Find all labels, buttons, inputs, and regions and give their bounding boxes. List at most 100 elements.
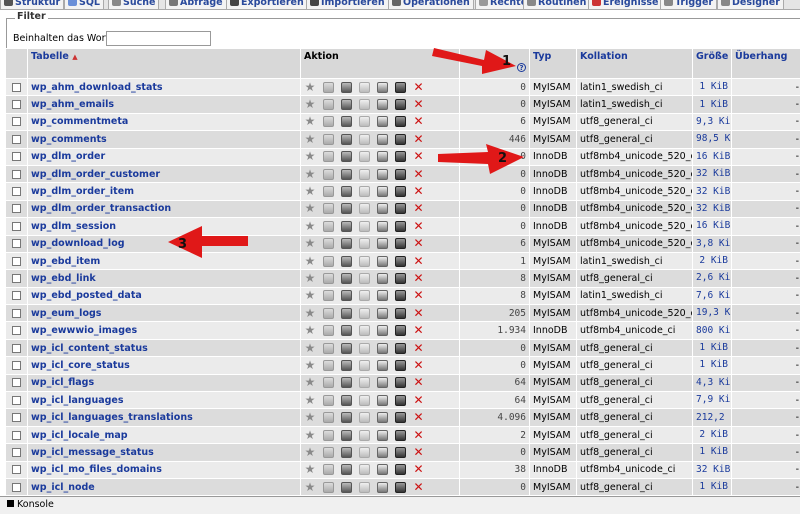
search-icon[interactable] [359, 168, 370, 180]
structure-icon[interactable] [341, 81, 352, 93]
table-name-link[interactable]: wp_icl_content_status [27, 339, 301, 358]
browse-icon[interactable] [323, 464, 334, 476]
row-size[interactable]: 1 KiB [692, 95, 732, 114]
structure-icon[interactable] [341, 151, 352, 163]
row-size[interactable]: 16 KiB [692, 148, 732, 166]
row-checkbox[interactable] [11, 465, 21, 475]
drop-table-icon[interactable]: ✕ [413, 202, 424, 214]
row-size[interactable]: 32 KiB [692, 182, 732, 201]
drop-table-icon[interactable]: ✕ [413, 324, 424, 336]
table-name-link[interactable]: wp_icl_mo_files_domains [27, 461, 301, 479]
empty-table-icon[interactable] [395, 464, 406, 476]
row-size[interactable]: 19,3 KiB [692, 304, 732, 323]
row-size[interactable]: 2,6 KiB [692, 269, 732, 288]
browse-icon[interactable] [323, 307, 334, 319]
table-name-link[interactable]: wp_ahm_download_stats [27, 78, 301, 97]
tab-routinen[interactable]: Routinen [523, 0, 591, 9]
structure-icon[interactable] [341, 238, 352, 250]
row-size[interactable]: 16 KiB [692, 217, 732, 236]
row-size[interactable]: 3,8 KiB [692, 235, 732, 253]
table-name-link[interactable]: wp_ebd_link [27, 269, 301, 288]
structure-icon[interactable] [341, 116, 352, 128]
drop-table-icon[interactable]: ✕ [413, 168, 424, 180]
search-icon[interactable] [359, 412, 370, 424]
search-icon[interactable] [359, 394, 370, 406]
tab-struktur[interactable]: Struktur [0, 0, 65, 9]
favorite-star-icon[interactable]: ★ [304, 429, 316, 441]
browse-icon[interactable] [323, 429, 334, 441]
structure-icon[interactable] [341, 220, 352, 232]
table-name-link[interactable]: wp_ebd_item [27, 252, 301, 271]
table-name-link[interactable]: wp_icl_node [27, 478, 301, 497]
header-table-name[interactable]: Tabelle ▲ [27, 48, 301, 79]
drop-table-icon[interactable]: ✕ [413, 429, 424, 441]
table-name-link[interactable]: wp_icl_flags [27, 374, 301, 393]
table-name-link[interactable]: wp_icl_languages_translations [27, 408, 301, 427]
browse-icon[interactable] [323, 238, 334, 250]
row-size[interactable]: 212,2 KiB [692, 408, 732, 427]
row-checkbox[interactable] [11, 308, 21, 318]
drop-table-icon[interactable]: ✕ [413, 446, 424, 458]
favorite-star-icon[interactable]: ★ [304, 376, 316, 388]
tab-exportieren[interactable]: Exportieren [226, 0, 308, 9]
table-name-link[interactable]: wp_eum_logs [27, 304, 301, 323]
empty-table-icon[interactable] [395, 81, 406, 93]
drop-table-icon[interactable]: ✕ [413, 307, 424, 319]
browse-icon[interactable] [323, 412, 334, 424]
tab-abfrage[interactable]: Abfrage [165, 0, 227, 9]
drop-table-icon[interactable]: ✕ [413, 185, 424, 197]
browse-icon[interactable] [323, 168, 334, 180]
filter-input[interactable] [106, 31, 211, 46]
favorite-star-icon[interactable]: ★ [304, 202, 316, 214]
structure-icon[interactable] [341, 186, 352, 198]
drop-table-icon[interactable]: ✕ [413, 394, 424, 406]
favorite-star-icon[interactable]: ★ [304, 237, 316, 249]
insert-icon[interactable] [377, 394, 388, 406]
browse-icon[interactable] [323, 377, 334, 389]
tab-designer[interactable]: Designer [717, 0, 784, 9]
row-size[interactable]: 800 KiB [692, 321, 732, 340]
structure-icon[interactable] [341, 394, 352, 406]
table-name-link[interactable]: wp_comments [27, 130, 301, 149]
browse-icon[interactable] [323, 99, 334, 111]
tab-suche[interactable]: Suche [108, 0, 160, 9]
structure-icon[interactable] [341, 272, 352, 284]
insert-icon[interactable] [377, 81, 388, 93]
table-name-link[interactable]: wp_dlm_session [27, 217, 301, 236]
browse-icon[interactable] [323, 394, 334, 406]
row-checkbox[interactable] [11, 360, 21, 370]
table-name-link[interactable]: wp_ebd_posted_data [27, 287, 301, 306]
insert-icon[interactable] [377, 290, 388, 302]
insert-icon[interactable] [377, 429, 388, 441]
browse-icon[interactable] [323, 359, 334, 371]
tab-operationen[interactable]: Operationen [388, 0, 474, 9]
browse-icon[interactable] [323, 272, 334, 284]
row-size[interactable]: 9,3 KiB [692, 113, 732, 132]
empty-table-icon[interactable] [395, 446, 406, 458]
row-size[interactable]: 2 KiB [692, 252, 732, 271]
search-icon[interactable] [359, 81, 370, 93]
structure-icon[interactable] [341, 255, 352, 267]
insert-icon[interactable] [377, 446, 388, 458]
search-icon[interactable] [359, 342, 370, 354]
favorite-star-icon[interactable]: ★ [304, 168, 316, 180]
favorite-star-icon[interactable]: ★ [304, 394, 316, 406]
empty-table-icon[interactable] [395, 203, 406, 215]
empty-table-icon[interactable] [395, 290, 406, 302]
search-icon[interactable] [359, 429, 370, 441]
browse-icon[interactable] [323, 220, 334, 232]
browse-icon[interactable] [323, 151, 334, 163]
empty-table-icon[interactable] [395, 186, 406, 198]
row-checkbox[interactable] [11, 447, 21, 457]
console-bar[interactable]: Konsole [0, 496, 800, 514]
insert-icon[interactable] [377, 151, 388, 163]
favorite-star-icon[interactable]: ★ [304, 411, 316, 423]
insert-icon[interactable] [377, 186, 388, 198]
empty-table-icon[interactable] [395, 429, 406, 441]
header-size[interactable]: Größe [692, 48, 732, 79]
insert-icon[interactable] [377, 272, 388, 284]
favorite-star-icon[interactable]: ★ [304, 324, 316, 336]
row-checkbox[interactable] [11, 204, 21, 214]
search-icon[interactable] [359, 272, 370, 284]
drop-table-icon[interactable]: ✕ [413, 376, 424, 388]
